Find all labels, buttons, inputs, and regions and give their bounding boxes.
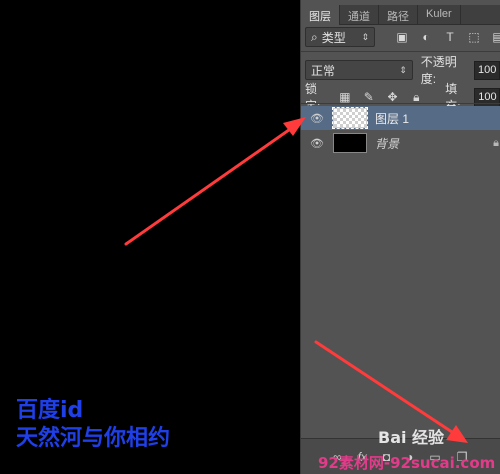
filter-kind-label: 类型	[321, 30, 346, 45]
blend-mode-dropdown[interactable]: 正常 ⇕	[305, 60, 413, 80]
tab-kuler[interactable]: Kuler	[418, 5, 461, 25]
site-watermark: 92素材网-92sucai.com	[318, 454, 496, 472]
layer-thumbnail	[332, 107, 368, 129]
layer-name[interactable]: 背景	[375, 135, 399, 152]
layer-row-background[interactable]: 👁︎ 背景 🔒︎	[301, 131, 500, 155]
image-filter-icon[interactable]: ▣	[393, 28, 411, 46]
chevron-down-icon: ⇕	[399, 64, 407, 75]
layer-name[interactable]: 图层 1	[375, 110, 409, 127]
filter-kind-dropdown[interactable]: ⌕ 类型 ⇕	[305, 27, 375, 47]
eye-icon[interactable]: 👁︎	[307, 131, 327, 155]
layer-row-layer1[interactable]: 👁︎ 图层 1	[301, 106, 500, 130]
lock-icon: 🔒︎	[493, 136, 499, 149]
panel-tabs: 图层 通道 路径 Kuler	[301, 5, 500, 25]
chevron-down-icon: ⇕	[361, 31, 369, 42]
layer-thumbnail	[333, 133, 367, 153]
type-filter-icon[interactable]: T	[441, 28, 459, 46]
search-icon: ⌕	[311, 29, 318, 44]
baidu-watermark: Bai 经验	[378, 428, 445, 447]
eye-icon[interactable]: 👁︎	[307, 106, 327, 130]
divider	[301, 103, 500, 104]
tab-layers[interactable]: 图层	[301, 5, 340, 25]
shape-filter-icon[interactable]: ⬚	[465, 28, 483, 46]
blend-mode-value: 正常	[311, 63, 336, 78]
layers-panel: 图层 通道 路径 Kuler ⌕ 类型 ⇕ ▣ ◐ T ⬚ ▤ 正常 ⇕ 不透明…	[300, 0, 500, 474]
divider	[301, 51, 500, 52]
adjustment-filter-icon[interactable]: ◐	[417, 28, 435, 46]
tab-channels[interactable]: 通道	[340, 5, 379, 25]
document-canvas[interactable]: 百度id 天然河与你相约	[0, 0, 300, 474]
overlay-text-line2: 天然河与你相约	[16, 426, 171, 451]
smart-object-filter-icon[interactable]: ▤	[489, 28, 500, 46]
filter-row: ⌕ 类型 ⇕ ▣ ◐ T ⬚ ▤	[305, 27, 500, 47]
opacity-input[interactable]: 100	[474, 60, 500, 80]
tab-paths[interactable]: 路径	[379, 5, 418, 25]
